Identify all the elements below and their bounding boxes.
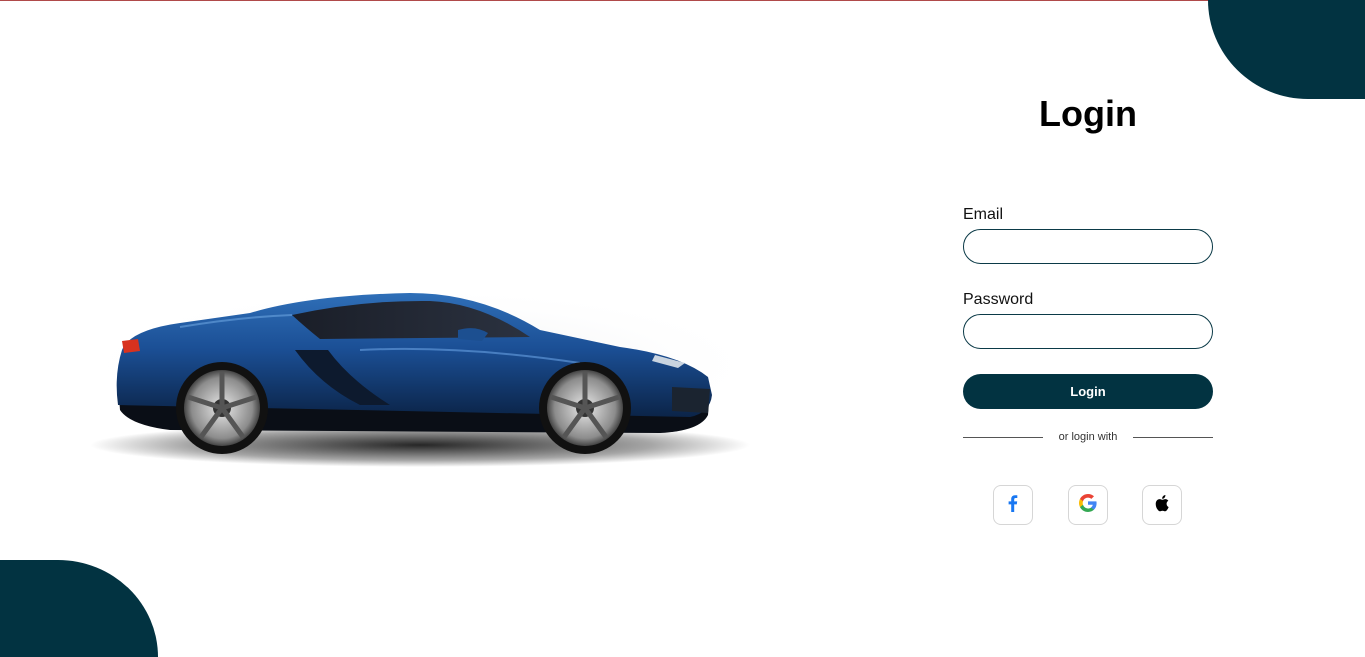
email-field[interactable] [963, 229, 1213, 264]
apple-login-button[interactable] [1142, 485, 1182, 525]
email-label: Email [963, 206, 1004, 223]
login-button[interactable]: Login [963, 374, 1213, 409]
facebook-login-button[interactable] [993, 485, 1033, 525]
car-image [60, 255, 780, 480]
password-field[interactable] [963, 314, 1213, 349]
login-page: Login Email Password Login or login with [0, 0, 1365, 657]
google-icon [1077, 492, 1099, 519]
apple-icon [1151, 492, 1173, 519]
google-login-button[interactable] [1068, 485, 1108, 525]
divider-right [1133, 437, 1213, 438]
decorative-corner-shape-top-right [1208, 0, 1365, 99]
password-label: Password [963, 291, 1034, 308]
top-border-line [0, 0, 1365, 1]
facebook-icon [1002, 492, 1024, 519]
page-title: Login [1039, 93, 1137, 134]
decorative-corner-shape-bottom-left [0, 560, 158, 657]
divider-text: or login with [1058, 431, 1118, 443]
divider-left [963, 437, 1043, 438]
